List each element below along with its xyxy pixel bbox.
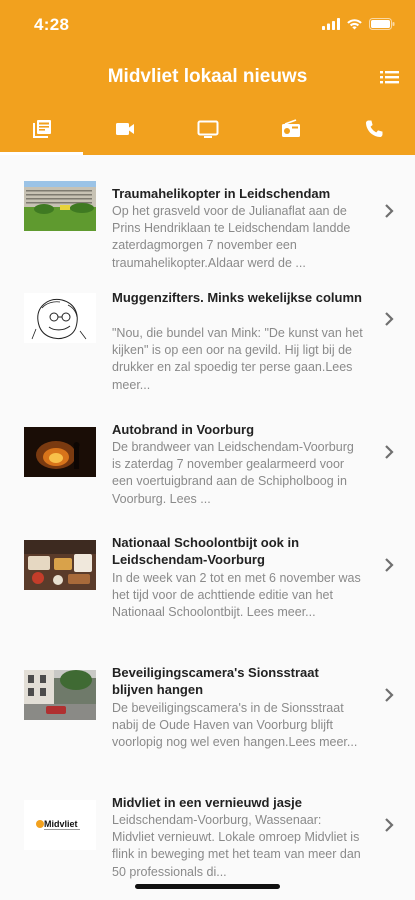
article-item[interactable]: Midvliet Midvliet in een vernieuwd jasje… xyxy=(0,780,415,900)
status-icons xyxy=(322,16,395,32)
radio-icon xyxy=(281,119,300,137)
article-excerpt: De beveiligingscamera's in de Sionsstraa… xyxy=(112,701,358,750)
article-excerpt: Leidschendam-Voorburg, Wassenaar: Midvli… xyxy=(112,813,361,879)
article-item[interactable]: Autobrand in Voorburg De brandweer van L… xyxy=(0,407,415,520)
article-item[interactable]: Nationaal Schoolontbijt ook in Leidschen… xyxy=(0,520,415,650)
tab-phone[interactable] xyxy=(332,103,415,155)
article-title: Beveiligingscamera's Sionsstraat blijven… xyxy=(112,665,319,697)
article-title: Autobrand in Voorburg xyxy=(112,422,255,437)
article-thumbnail xyxy=(24,293,96,343)
midvliet-logo: Midvliet xyxy=(44,819,78,829)
battery-icon xyxy=(369,18,395,30)
article-excerpt: "Nou, die bundel van Mink: "De kunst van… xyxy=(112,326,363,392)
article-item[interactable]: Muggenzifters. Minks wekelijkse column "… xyxy=(0,277,415,407)
phone-icon xyxy=(365,120,382,137)
page-title: Midvliet lokaal nieuws xyxy=(107,66,308,87)
tab-tv[interactable] xyxy=(166,103,249,155)
article-title: Nationaal Schoolontbijt ook in Leidschen… xyxy=(112,535,300,567)
article-title: Traumahelikopter in Leidschendam xyxy=(112,186,331,201)
chevron-right-icon xyxy=(385,688,394,702)
tab-bar xyxy=(0,103,415,155)
tab-video[interactable] xyxy=(83,103,166,155)
article-thumbnail xyxy=(24,181,96,231)
wifi-icon xyxy=(347,19,362,30)
chevron-right-icon xyxy=(385,312,394,326)
status-time: 4:28 xyxy=(34,15,70,34)
tv-icon xyxy=(197,120,218,138)
app-header: 4:28 Midvliet lokaal nieuws xyxy=(0,0,415,155)
article-list: Traumahelikopter in Leidschendam Op het … xyxy=(0,155,415,900)
article-thumbnail xyxy=(24,540,96,590)
home-indicator[interactable] xyxy=(135,884,280,889)
article-excerpt: In de week van 2 tot en met 6 november w… xyxy=(112,571,361,620)
chevron-right-icon xyxy=(385,558,394,572)
article-excerpt: Op het grasveld voor de Julianaflat aan … xyxy=(112,204,351,270)
chevron-right-icon xyxy=(385,445,394,459)
video-camera-icon xyxy=(115,123,134,135)
article-excerpt: De brandweer van Leidschendam-Voorburg i… xyxy=(112,440,354,506)
article-thumbnail xyxy=(24,427,96,477)
status-bar: 4:28 xyxy=(0,0,415,48)
list-menu-icon[interactable] xyxy=(379,68,401,86)
chevron-right-icon xyxy=(385,818,394,832)
newspaper-icon xyxy=(32,120,51,138)
article-thumbnail xyxy=(24,670,96,720)
article-title: Muggenzifters. Minks wekelijkse column xyxy=(112,290,362,305)
tab-radio[interactable] xyxy=(249,103,332,155)
article-thumbnail: Midvliet xyxy=(24,800,96,850)
tab-news[interactable] xyxy=(0,103,83,155)
signal-icon xyxy=(322,18,340,30)
chevron-right-icon xyxy=(385,204,394,218)
article-item[interactable]: Beveiligingscamera's Sionsstraat blijven… xyxy=(0,650,415,780)
article-item[interactable]: Traumahelikopter in Leidschendam Op het … xyxy=(0,169,415,277)
article-title: Midvliet in een vernieuwd jasje xyxy=(112,795,303,810)
